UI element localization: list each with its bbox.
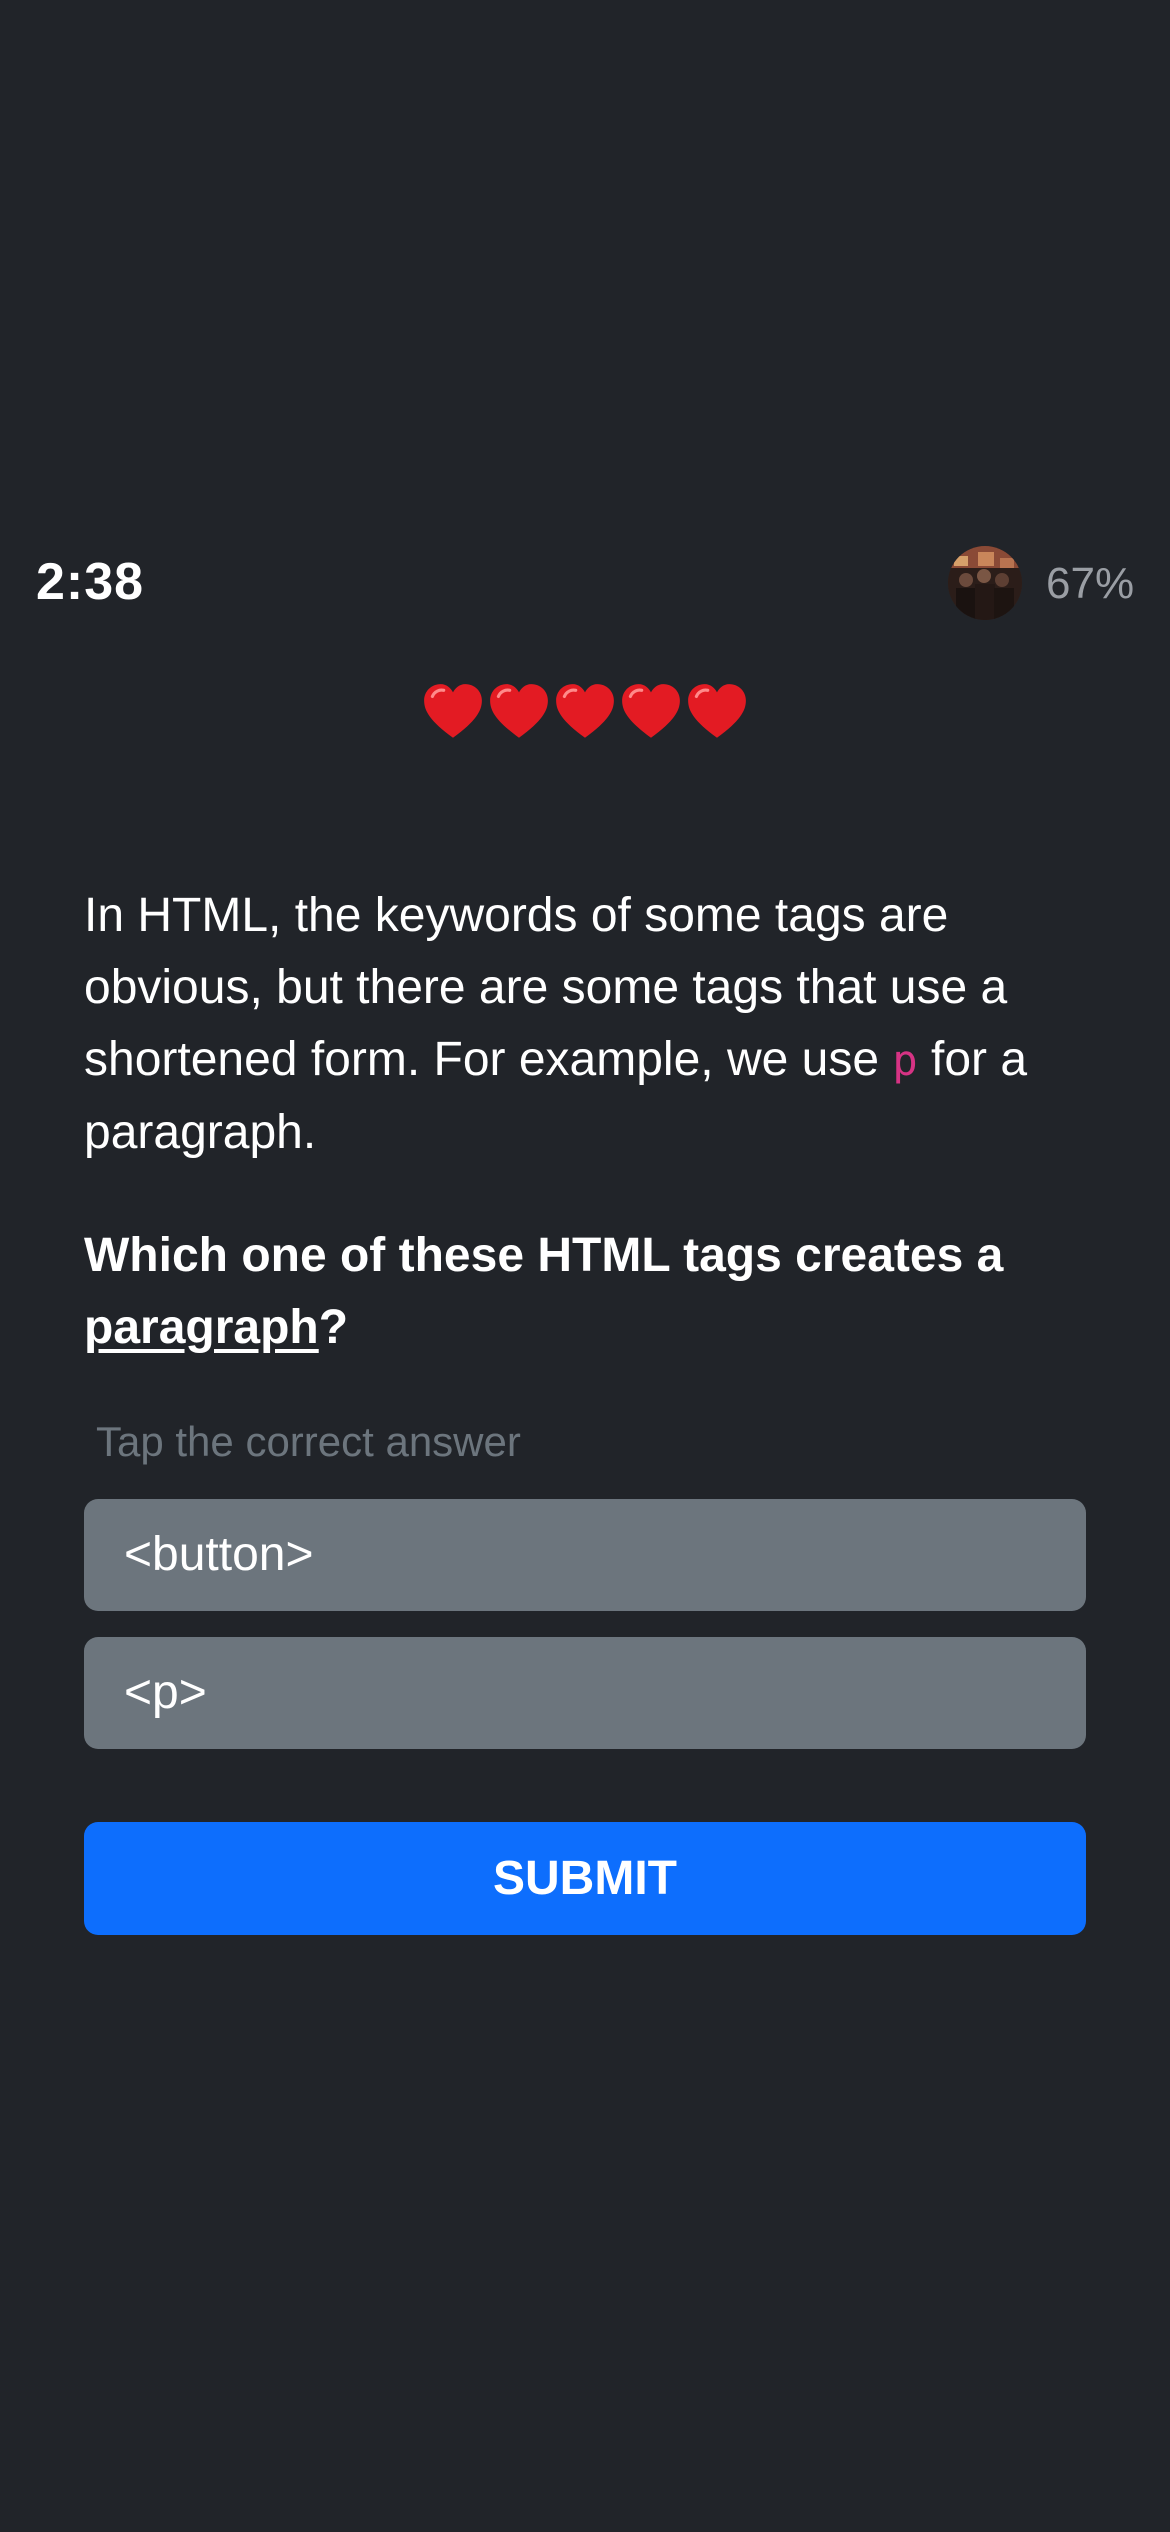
answer-option-p-tag[interactable]: <p> [84, 1637, 1086, 1749]
status-bar: 2:38 67% [0, 540, 1170, 630]
avatar-image [948, 546, 1022, 620]
heart-icon [424, 684, 482, 738]
answer-hint: Tap the correct answer [96, 1418, 521, 1465]
inline-code: p [892, 1036, 918, 1085]
status-time: 2:38 [36, 553, 145, 611]
question-text-start: Which one of these HTML tags creates a [84, 1229, 1004, 1282]
heart-icon [688, 684, 746, 738]
question-text: Which one of these HTML tags creates a p… [84, 1220, 1094, 1364]
submit-button[interactable]: SUBMIT [84, 1822, 1086, 1935]
heart-icon [622, 684, 680, 738]
progress-percentage: 67% [1046, 559, 1135, 608]
lesson-intro: In HTML, the keywords of some tags are o… [84, 880, 1094, 1169]
intro-text-start: In HTML, the keywords of some tags are o… [84, 889, 1008, 1086]
question-emphasis: paragraph [84, 1301, 319, 1354]
lives-hearts [420, 680, 750, 750]
heart-icon [556, 684, 614, 738]
answer-option-button-tag[interactable]: <button> [84, 1499, 1086, 1611]
profile-avatar[interactable] [948, 546, 1022, 620]
question-text-end: ? [318, 1301, 349, 1354]
heart-icon [490, 684, 548, 738]
